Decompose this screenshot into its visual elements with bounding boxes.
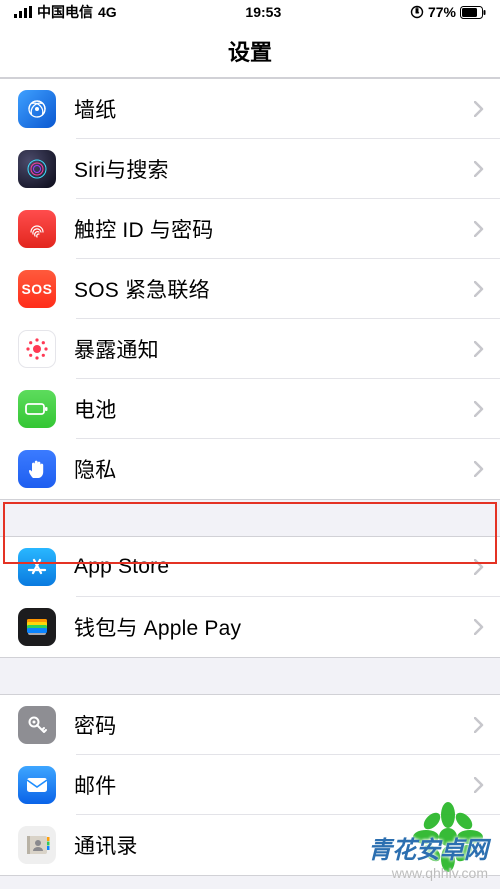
- hand-icon: [18, 450, 56, 488]
- settings-group-1: 墙纸 Siri与搜索 触控 ID 与密码 SOS SOS 紧急联络: [0, 78, 500, 500]
- status-left: 中国电信 4G: [14, 2, 117, 22]
- signal-icon: [14, 6, 32, 18]
- chevron-right-icon: [474, 161, 484, 177]
- chevron-right-icon: [474, 221, 484, 237]
- row-label: 电池: [74, 394, 474, 424]
- row-exposure[interactable]: 暴露通知: [0, 319, 500, 379]
- row-appstore[interactable]: App Store: [0, 537, 500, 597]
- row-wallpaper[interactable]: 墙纸: [0, 79, 500, 139]
- settings-group-3: 密码 邮件 通讯录: [0, 694, 500, 876]
- battery-icon: [460, 6, 486, 19]
- battery-row-icon: [18, 390, 56, 428]
- row-privacy[interactable]: 隐私: [0, 439, 500, 499]
- row-label: 墙纸: [74, 94, 474, 124]
- mail-icon: [18, 766, 56, 804]
- rotation-lock-icon: [410, 5, 424, 19]
- row-label: 暴露通知: [74, 334, 474, 364]
- row-label: SOS 紧急联络: [74, 274, 474, 304]
- row-label: 隐私: [74, 454, 474, 484]
- nav-bar: 设置: [0, 24, 500, 78]
- appstore-icon: [18, 548, 56, 586]
- chevron-right-icon: [474, 101, 484, 117]
- row-wallet[interactable]: 钱包与 Apple Pay: [0, 597, 500, 657]
- key-icon: [18, 706, 56, 744]
- carrier-label: 中国电信: [37, 2, 93, 22]
- row-label: Siri与搜索: [74, 154, 474, 184]
- chevron-right-icon: [474, 837, 484, 853]
- sos-icon: SOS: [18, 270, 56, 308]
- row-passwords[interactable]: 密码: [0, 695, 500, 755]
- chevron-right-icon: [474, 777, 484, 793]
- chevron-right-icon: [474, 461, 484, 477]
- contacts-icon: [18, 826, 56, 864]
- battery-percent: 77%: [428, 4, 456, 20]
- wallpaper-icon: [18, 90, 56, 128]
- network-label: 4G: [98, 4, 117, 20]
- row-touchid[interactable]: 触控 ID 与密码: [0, 199, 500, 259]
- settings-group-2: App Store 钱包与 Apple Pay: [0, 536, 500, 658]
- chevron-right-icon: [474, 717, 484, 733]
- exposure-icon: [18, 330, 56, 368]
- row-label: App Store: [74, 555, 474, 579]
- row-label: 触控 ID 与密码: [74, 214, 474, 244]
- chevron-right-icon: [474, 341, 484, 357]
- chevron-right-icon: [474, 281, 484, 297]
- row-label: 钱包与 Apple Pay: [74, 612, 474, 642]
- row-mail[interactable]: 邮件: [0, 755, 500, 815]
- status-right: 77%: [410, 4, 486, 20]
- page-title: 设置: [228, 35, 272, 67]
- row-label: 邮件: [74, 770, 474, 800]
- wallet-icon: [18, 608, 56, 646]
- siri-icon: [18, 150, 56, 188]
- chevron-right-icon: [474, 401, 484, 417]
- row-battery[interactable]: 电池: [0, 379, 500, 439]
- row-siri[interactable]: Siri与搜索: [0, 139, 500, 199]
- content: 墙纸 Siri与搜索 触控 ID 与密码 SOS SOS 紧急联络: [0, 78, 500, 876]
- row-label: 通讯录: [74, 830, 474, 860]
- chevron-right-icon: [474, 559, 484, 575]
- fingerprint-icon: [18, 210, 56, 248]
- row-sos[interactable]: SOS SOS 紧急联络: [0, 259, 500, 319]
- row-label: 密码: [74, 710, 474, 740]
- row-contacts[interactable]: 通讯录: [0, 815, 500, 875]
- chevron-right-icon: [474, 619, 484, 635]
- clock: 19:53: [245, 4, 281, 20]
- status-bar: 中国电信 4G 19:53 77%: [0, 0, 500, 24]
